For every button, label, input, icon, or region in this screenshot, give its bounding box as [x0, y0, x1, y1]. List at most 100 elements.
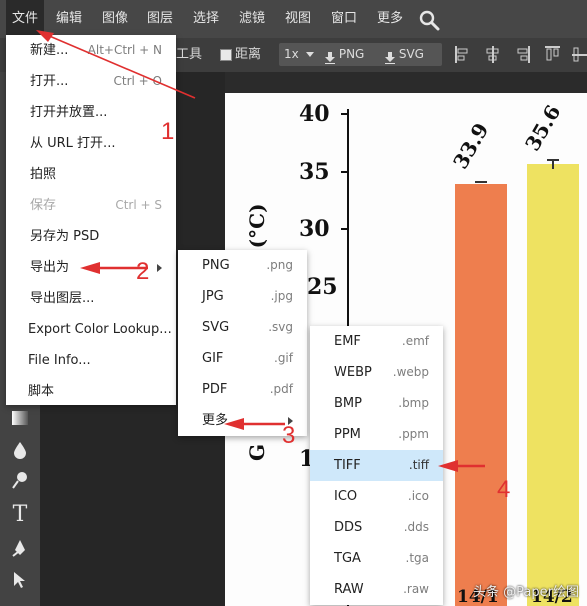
error-bar-1 [475, 181, 487, 183]
export-item-png[interactable]: PNG .png [178, 250, 307, 281]
distance-label: 距离 [235, 47, 262, 62]
format-item-ext: .dds [403, 520, 429, 534]
annotation-2: 2 [136, 258, 150, 285]
format-item-ico[interactable]: ICO .ico [310, 481, 443, 512]
annotation-1: 1 [161, 118, 175, 145]
gradient-tool-icon[interactable] [10, 408, 30, 428]
menu-item-label: 拍照 [30, 167, 57, 182]
menu-item-new[interactable]: 新建... Alt+Ctrl + N [6, 35, 176, 66]
menu-item-file-info[interactable]: File Info... [6, 345, 176, 376]
format-item-ext: .ico [407, 489, 429, 503]
menu-item-label: 保存 [30, 198, 57, 213]
zoom-dropdown[interactable]: 1x [279, 43, 323, 66]
menu-item-open-url[interactable]: 从 URL 打开... [6, 128, 176, 159]
format-item-ext: .emf [401, 334, 429, 348]
format-item-ext: .ppm [398, 427, 429, 441]
menu-select[interactable]: 选择 [187, 0, 225, 38]
format-item-label: EMF [334, 334, 361, 349]
menu-item-open[interactable]: 打开... Ctrl + O [6, 66, 176, 97]
align-top-icon[interactable] [545, 46, 560, 63]
export-svg-button[interactable]: SVG [380, 43, 442, 66]
y-axis-tick-mark [341, 113, 347, 115]
format-item-tga[interactable]: TGA .tga [310, 543, 443, 574]
format-item-webp[interactable]: WEBP .webp [310, 357, 443, 388]
format-item-label: RAW [334, 582, 364, 597]
file-menu: 新建... Alt+Ctrl + N 打开... Ctrl + O 打开并放置...… [6, 35, 176, 405]
format-item-ppm[interactable]: PPM .ppm [310, 419, 443, 450]
menu-item-scripts[interactable]: 脚本 [6, 376, 176, 407]
export-item-label: PNG [202, 258, 230, 273]
format-item-ext: .tga [405, 551, 430, 565]
format-item-label: TIFF [334, 458, 361, 473]
menu-view[interactable]: 视图 [279, 0, 317, 38]
search-icon[interactable] [418, 9, 440, 31]
menu-item-label: 打开... [30, 74, 69, 89]
y-axis-label-start: G [245, 443, 269, 461]
align-left-icon[interactable] [455, 46, 470, 63]
menu-item-export-layers[interactable]: 导出图层... [6, 283, 176, 314]
y-axis-tick-mark [341, 228, 347, 230]
more-formats-submenu: EMF .emf WEBP .webp BMP .bmp PPM .ppm TIFF .t… [310, 326, 443, 605]
menu-item-shortcut: Ctrl + O [113, 74, 162, 88]
format-item-tiff[interactable]: TIFF .tiff [310, 450, 443, 481]
bar-2-value: 35.6 [520, 100, 566, 155]
y-tick-35: 35 [299, 159, 330, 185]
blur-tool-icon[interactable] [10, 440, 30, 460]
format-item-emf[interactable]: EMF .emf [310, 326, 443, 357]
format-item-ext: .raw [403, 582, 429, 596]
bar-1 [455, 184, 507, 606]
format-item-label: BMP [334, 396, 362, 411]
menu-edit[interactable]: 编辑 [50, 0, 88, 38]
dodge-tool-icon[interactable] [10, 470, 30, 490]
export-item-pdf[interactable]: PDF .pdf [178, 374, 307, 405]
export-item-gif[interactable]: GIF .gif [178, 343, 307, 374]
export-item-ext: .jpg [270, 289, 293, 303]
distance-checkbox[interactable] [220, 49, 232, 61]
export-item-ext: .png [266, 258, 293, 272]
path-select-icon[interactable] [10, 570, 30, 590]
y-axis-tick-mark [341, 171, 347, 173]
menu-item-shortcut: Alt+Ctrl + N [87, 43, 162, 57]
format-item-dds[interactable]: DDS .dds [310, 512, 443, 543]
menu-item-shortcut: Ctrl + S [115, 198, 162, 212]
format-item-label: TGA [334, 551, 361, 566]
export-item-svg[interactable]: SVG .svg [178, 312, 307, 343]
export-png-button[interactable]: PNG [320, 43, 384, 66]
menu-item-save-as-psd[interactable]: 另存为 PSD [6, 221, 176, 252]
menu-item-export-as[interactable]: 导出为 [6, 252, 176, 283]
menu-image[interactable]: 图像 [96, 0, 134, 38]
menu-window[interactable]: 窗口 [325, 0, 363, 38]
menu-filter[interactable]: 滤镜 [233, 0, 271, 38]
menu-item-export-color-lookup[interactable]: Export Color Lookup... [6, 314, 176, 345]
export-item-ext: .pdf [269, 382, 293, 396]
align-middle-icon[interactable] [572, 46, 587, 63]
menu-item-label: 导出为 [30, 260, 70, 275]
type-tool-icon[interactable]: T [10, 504, 30, 526]
download-icon [385, 49, 395, 64]
menu-item-label: 导出图层... [30, 291, 95, 306]
export-item-label: SVG [202, 320, 230, 335]
bar-2 [527, 164, 579, 606]
menu-layer[interactable]: 图层 [141, 0, 179, 38]
export-item-jpg[interactable]: JPG .jpg [178, 281, 307, 312]
menu-item-label: 打开并放置... [30, 105, 108, 120]
menu-item-open-and-place[interactable]: 打开并放置... [6, 97, 176, 128]
format-item-bmp[interactable]: BMP .bmp [310, 388, 443, 419]
pen-tool-icon[interactable] [10, 538, 30, 558]
format-item-label: ICO [334, 489, 358, 504]
menu-item-take-photo[interactable]: 拍照 [6, 159, 176, 190]
menu-item-label: 脚本 [28, 384, 55, 399]
menu-file[interactable]: 文件 [6, 0, 45, 38]
align-center-icon[interactable] [485, 46, 500, 63]
menu-item-label: 新建... [30, 43, 69, 58]
align-right-icon[interactable] [515, 46, 530, 63]
y-tick-40: 40 [299, 101, 330, 127]
format-item-label: DDS [334, 520, 363, 535]
export-item-label: 更多 [202, 413, 229, 428]
bar-1-value: 33.9 [448, 118, 494, 173]
menu-more[interactable]: 更多 [371, 0, 409, 38]
menu-item-label: Export Color Lookup... [28, 322, 172, 337]
format-item-raw[interactable]: RAW .raw [310, 574, 443, 605]
y-tick-25: 25 [307, 274, 338, 300]
format-item-ext: .bmp [398, 396, 429, 410]
